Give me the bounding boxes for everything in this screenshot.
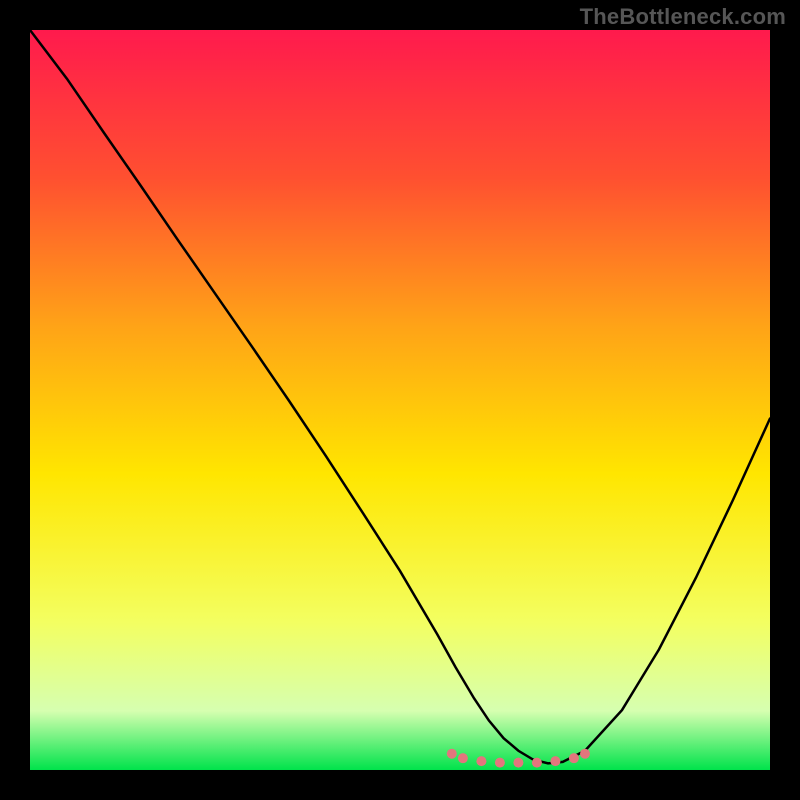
chart-frame: { "watermark": "TheBottleneck.com", "cha… (0, 0, 800, 800)
optimal-marker (569, 753, 579, 763)
bottleneck-chart (0, 0, 800, 800)
optimal-marker (476, 756, 486, 766)
optimal-marker (580, 749, 590, 759)
optimal-marker (495, 758, 505, 768)
optimal-marker (513, 758, 523, 768)
plot-background (30, 30, 770, 770)
watermark-text: TheBottleneck.com (580, 4, 786, 30)
optimal-marker (532, 758, 542, 768)
optimal-marker (458, 753, 468, 763)
optimal-marker (447, 749, 457, 759)
optimal-marker (550, 756, 560, 766)
